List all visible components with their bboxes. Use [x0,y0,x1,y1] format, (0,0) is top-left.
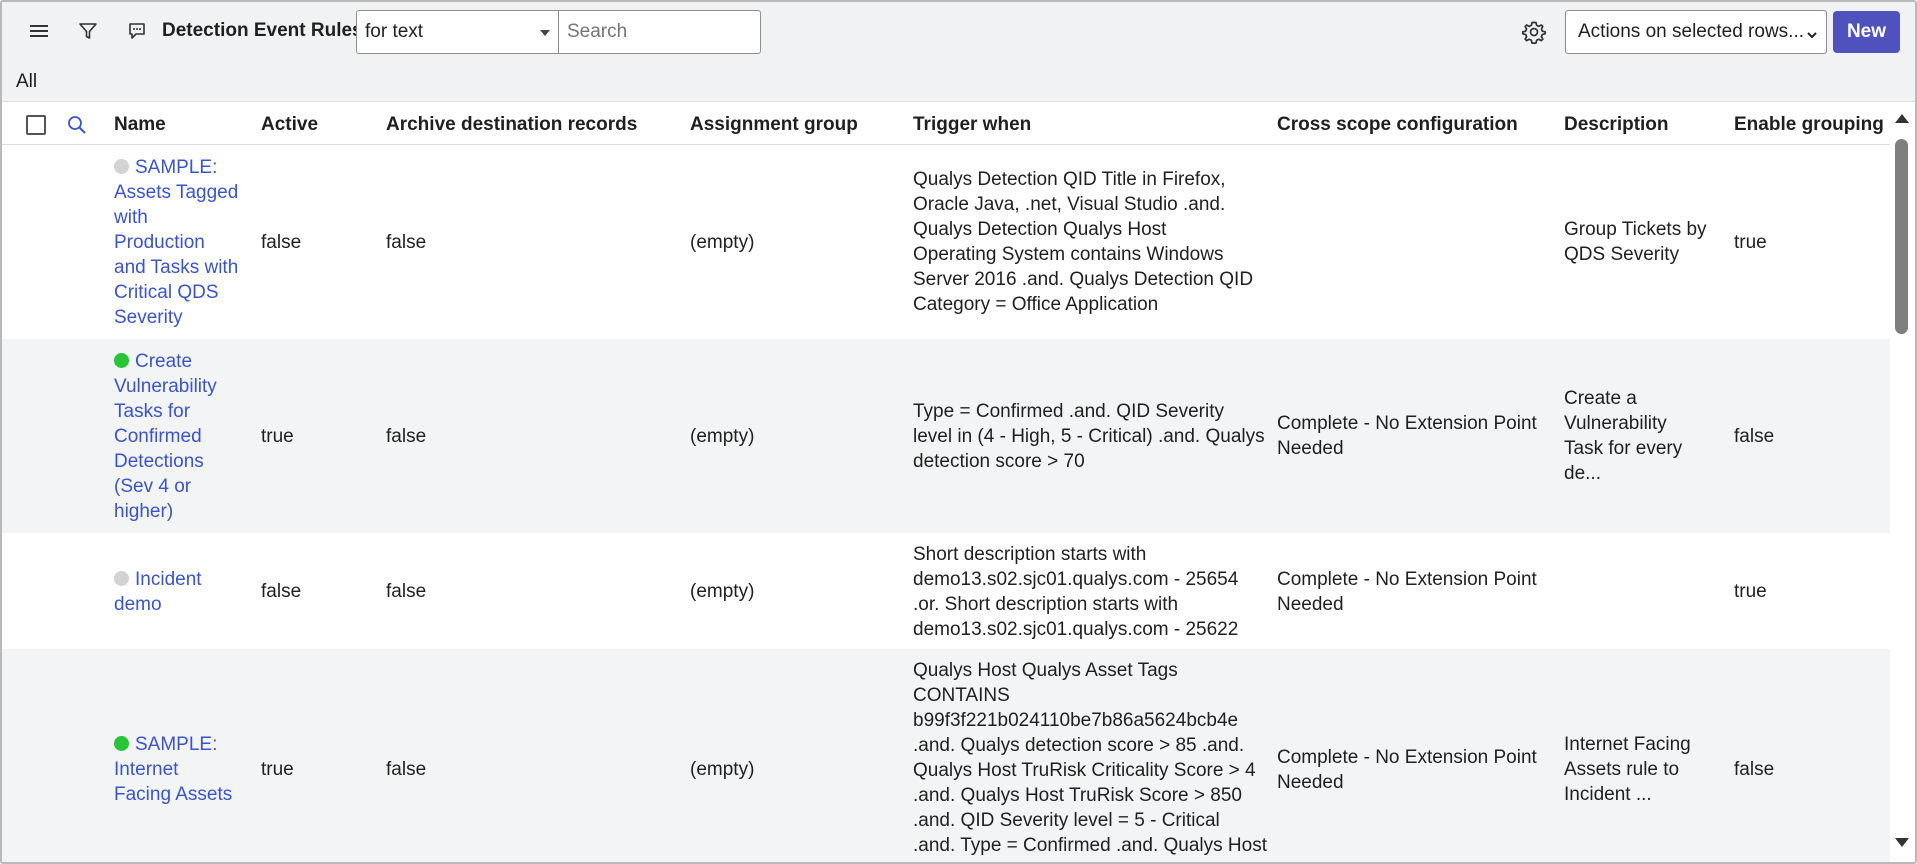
table-header: Name Active Archive destination records … [2,103,1890,145]
column-header-active[interactable]: Active [261,114,318,136]
status-dot [114,159,129,174]
list-window: Detection Event Rules for text Actions o… [0,0,1917,864]
column-header-cross-scope[interactable]: Cross scope configuration [1277,114,1518,136]
status-dot [114,571,129,586]
cell-archive: false [386,759,427,780]
table-row[interactable]: Incident demo false false (empty) Short … [2,533,1890,649]
column-header-assignment-group[interactable]: Assignment group [690,114,858,136]
cell-archive: false [386,232,427,253]
cell-enable-grouping: false [1734,426,1775,447]
search-icon[interactable] [66,114,88,136]
actions-select[interactable]: Actions on selected rows... [1565,10,1827,54]
record-name-link[interactable]: Create Vulnerability Tasks for Confirmed… [114,349,249,524]
breadcrumb: All [2,62,1915,102]
cell-enable-grouping: true [1734,581,1767,602]
select-all-checkbox[interactable] [26,115,46,135]
column-header-enable-grouping[interactable]: Enable grouping [1734,114,1884,136]
cell-trigger-when: Type = Confirmed .and. QID Severity leve… [913,401,1265,472]
menu-icon[interactable] [24,16,54,46]
chevron-down-icon [1806,25,1818,47]
gear-icon[interactable] [1520,18,1548,46]
record-name-link[interactable]: Incident demo [114,567,249,617]
cell-cross-scope: Complete - No Extension Point Needed [1277,413,1537,459]
cell-enable-grouping: false [1734,759,1775,780]
scroll-down-arrow-icon[interactable] [1895,838,1909,847]
status-dot [114,353,129,368]
cell-active: true [261,759,294,780]
cell-active: false [261,232,302,253]
cell-enable-grouping: true [1734,232,1767,253]
column-header-trigger-when[interactable]: Trigger when [913,114,1031,136]
table-row[interactable]: Create Vulnerability Tasks for Confirmed… [2,339,1890,533]
filter-icon[interactable] [73,16,103,46]
cell-archive: false [386,426,427,447]
search-input[interactable] [558,10,761,54]
scroll-up-arrow-icon[interactable] [1895,114,1909,123]
chat-icon[interactable] [122,16,152,46]
cell-cross-scope: Complete - No Extension Point Needed [1277,747,1537,793]
cell-trigger-when: Qualys Host Qualys Asset Tags CONTAINS b… [913,660,1267,856]
column-header-archive[interactable]: Archive destination records [386,114,637,136]
table-row[interactable]: SAMPLE: Internet Facing Assets true fals… [2,649,1890,862]
record-name-link[interactable]: SAMPLE: Assets Tagged with Production an… [114,155,249,330]
breadcrumb-all[interactable]: All [16,71,37,93]
cell-active: true [261,426,294,447]
scrollbar-thumb[interactable] [1895,139,1908,334]
record-name-link[interactable]: SAMPLE: Internet Facing Assets [114,732,249,807]
cell-description: Create a Vulnerability Task for every de… [1564,388,1683,484]
cell-archive: false [386,581,427,602]
actions-select-value: Actions on selected rows... [1578,21,1804,42]
cell-active: false [261,581,302,602]
cell-trigger-when: Qualys Detection QID Title in Firefox, O… [913,169,1254,315]
status-dot [114,736,129,751]
search-field-select[interactable]: for text [356,10,559,54]
cell-trigger-when: Short description starts with demo13.s02… [913,544,1239,640]
cell-description: Group Tickets by QDS Severity [1564,219,1707,265]
column-header-description[interactable]: Description [1564,114,1669,136]
search-field-select-value: for text [365,21,424,42]
cell-assignment-group: (empty) [690,232,755,253]
cell-assignment-group: (empty) [690,759,755,780]
table-row[interactable]: SAMPLE: Assets Tagged with Production an… [2,145,1890,339]
new-button[interactable]: New [1833,11,1900,53]
column-header-name[interactable]: Name [114,114,166,136]
cell-description: Internet Facing Assets rule to Incident … [1564,734,1691,805]
list-header: Detection Event Rules for text Actions o… [2,2,1915,62]
cell-cross-scope: Complete - No Extension Point Needed [1277,569,1537,615]
page-title: Detection Event Rules [162,20,363,41]
caret-down-icon [540,30,550,36]
cell-assignment-group: (empty) [690,426,755,447]
cell-assignment-group: (empty) [690,581,755,602]
